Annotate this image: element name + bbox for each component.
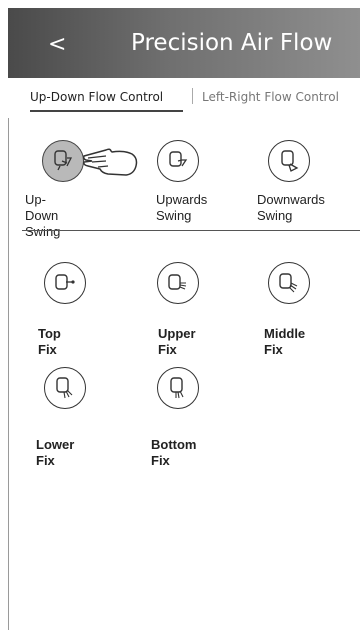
upper-fix-icon: [168, 274, 187, 290]
top-fix-button[interactable]: [44, 262, 86, 304]
screen: < Precision Air Flow Up-Down Flow Contro…: [0, 0, 360, 630]
page-title: Precision Air Flow: [131, 30, 333, 56]
lower-fix-label: Lower Fix: [36, 437, 75, 468]
upwards-swing-label: Upwards Swing: [156, 192, 208, 223]
up-down-swing-label: Up-Down Swing: [25, 192, 61, 239]
up-down-swing-icon: [54, 150, 73, 171]
tab-divider: [192, 88, 193, 104]
upwards-swing-button[interactable]: [157, 140, 199, 182]
downwards-swing-label: Downwards Swing: [257, 192, 325, 223]
top-fix-label: Top Fix: [38, 326, 61, 357]
downwards-swing-icon: [281, 150, 299, 172]
middle-fix-icon: [279, 273, 298, 293]
pointing-hand-icon: [83, 148, 138, 176]
tab-bar: Up-Down Flow Control Left-Right Flow Con…: [8, 78, 360, 118]
active-tab-indicator: [30, 110, 183, 112]
bottom-fix-button[interactable]: [157, 367, 199, 409]
middle-fix-label: Middle Fix: [264, 326, 306, 357]
upper-fix-button[interactable]: [157, 262, 199, 304]
bottom-fix-icon: [170, 377, 184, 399]
bottom-fix-label: Bottom Fix: [151, 437, 197, 468]
lower-fix-button[interactable]: [44, 367, 86, 409]
downwards-swing-button[interactable]: [268, 140, 310, 182]
tab-up-down-flow-control[interactable]: Up-Down Flow Control: [30, 90, 163, 104]
middle-fix-button[interactable]: [268, 262, 310, 304]
upwards-swing-icon: [169, 151, 188, 167]
lower-fix-icon: [56, 377, 73, 399]
back-button[interactable]: <: [48, 32, 66, 57]
upper-fix-label: Upper Fix: [158, 326, 196, 357]
up-down-swing-button[interactable]: [42, 140, 84, 182]
top-fix-icon: [55, 274, 75, 290]
tab-left-right-flow-control[interactable]: Left-Right Flow Control: [202, 90, 339, 104]
section-divider: [22, 230, 360, 231]
header-bar: < Precision Air Flow: [8, 8, 360, 78]
